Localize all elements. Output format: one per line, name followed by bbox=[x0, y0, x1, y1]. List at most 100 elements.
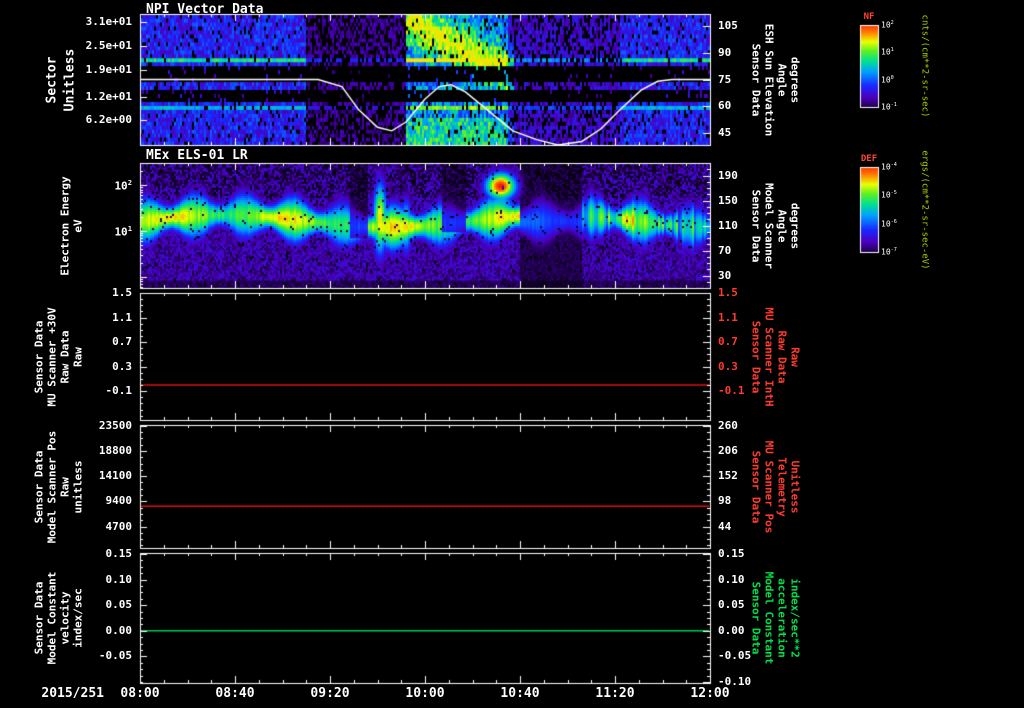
y-axis-title-left-panel5: index/sec bbox=[71, 588, 85, 648]
y-tick-left-panel2: 101 bbox=[114, 224, 132, 239]
colorbar-tick-label: 10-1 bbox=[881, 102, 897, 112]
colorbar-units-label: cnts/(cm**2-sr-sec) bbox=[919, 14, 930, 118]
y-tick-left-panel1: 6.2e+00 bbox=[85, 113, 132, 127]
y-tick-left-panel5: 0.00 bbox=[105, 623, 133, 637]
y-tick-left-panel1: 2.5e+01 bbox=[85, 38, 132, 52]
y-axis-title-right-panel2: degrees bbox=[788, 202, 802, 249]
x-tick-label: 10:00 bbox=[405, 686, 445, 701]
y-tick-right-panel3: 1.1 bbox=[718, 310, 738, 324]
y-axis-title-right-panel4: Unitless bbox=[788, 460, 802, 513]
y-tick-left-panel3: 1.5 bbox=[112, 286, 132, 299]
colorbar-label-def: DEF bbox=[860, 154, 878, 164]
x-axis-date-label: 2015/251 bbox=[41, 686, 104, 701]
y-tick-left-panel1: 1.9e+01 bbox=[85, 62, 132, 76]
y-tick-right-panel2: 110 bbox=[718, 218, 738, 232]
y-tick-left-panel3: 1.1 bbox=[112, 310, 132, 324]
y-axis-title-right-panel2: Model Scanner bbox=[762, 182, 776, 269]
y-axis-title-right-panel1: ESH Sun Elevation bbox=[762, 23, 776, 136]
y-axis-title-left-panel1: Sector bbox=[44, 56, 60, 103]
y-axis-title-right-panel2: Sensor Data bbox=[749, 189, 763, 262]
x-tick-label: 08:40 bbox=[215, 686, 255, 701]
y-tick-right-panel1: 105 bbox=[718, 19, 738, 33]
y-tick-right-panel2: 150 bbox=[718, 193, 738, 207]
y-tick-right-panel3: 0.7 bbox=[718, 335, 738, 349]
y-tick-right-panel1: 75 bbox=[718, 72, 732, 86]
colorbar-tick-label: 10-4 bbox=[881, 162, 897, 172]
y-tick-right-panel2: 30 bbox=[718, 268, 732, 282]
y-axis-title-right-panel5: Model Constant bbox=[762, 571, 776, 665]
y-axis-title-left-panel2: Electron Energy bbox=[58, 175, 72, 276]
x-tick-label: 12:00 bbox=[690, 686, 730, 701]
y-tick-left-panel4: 18800 bbox=[98, 443, 132, 457]
y-tick-right-panel1: 90 bbox=[718, 45, 732, 59]
y-axis-title-right-panel5: Sensor Data bbox=[749, 581, 763, 655]
y-axis-title-right-panel3: Raw Data bbox=[775, 330, 789, 383]
x-tick-label: 11:20 bbox=[595, 686, 635, 701]
y-axis-title-left-panel5: Model Constant bbox=[45, 571, 59, 665]
y-tick-right-panel5: 0.15 bbox=[718, 547, 745, 561]
y-tick-left-panel5: -0.05 bbox=[98, 649, 132, 663]
y-tick-right-panel4: 206 bbox=[718, 444, 738, 458]
y-axis-title-right-panel3: Sensor Data bbox=[749, 320, 763, 393]
y-axis-title-left-panel4: Model Scanner Pos bbox=[45, 430, 59, 543]
y-tick-left-panel5: 0.15 bbox=[105, 547, 133, 561]
y-tick-right-panel4: 152 bbox=[718, 469, 738, 483]
y-axis-title-right-panel5: index/sec**2 bbox=[788, 578, 802, 658]
y-tick-right-panel3: 0.3 bbox=[718, 359, 738, 373]
y-tick-right-panel4: 260 bbox=[718, 418, 738, 432]
y-tick-left-panel5: 0.05 bbox=[105, 598, 133, 612]
y-axis-title-left-panel3: Sensor Data bbox=[32, 320, 46, 393]
plot-window: NPI Vector Data MEx ELS-01 LR 2015/251 N… bbox=[0, 0, 1024, 708]
y-tick-right-panel4: 98 bbox=[718, 494, 732, 508]
y-axis-title-right-panel1: Sensor Data bbox=[749, 43, 763, 116]
y-tick-left-panel4: 23500 bbox=[98, 418, 132, 432]
panel-title-mex-els-01-lr: MEx ELS-01 LR bbox=[146, 148, 248, 163]
y-tick-left-panel3: 0.3 bbox=[112, 359, 132, 373]
y-tick-left-panel4: 9400 bbox=[105, 494, 133, 508]
y-tick-right-panel5: 0.10 bbox=[718, 572, 745, 586]
y-tick-left-panel1: 3.1e+01 bbox=[85, 14, 132, 28]
y-tick-right-panel2: 70 bbox=[718, 243, 732, 257]
y-axis-title-left-panel2: eV bbox=[71, 218, 85, 233]
panel-title-npi-vector-data: NPI Vector Data bbox=[146, 2, 264, 17]
y-axis-title-left-panel1: Unitless bbox=[62, 48, 78, 111]
y-axis-title-right-panel1: Angle bbox=[775, 62, 789, 97]
y-tick-right-panel1: 45 bbox=[718, 125, 732, 139]
y-axis-title-left-panel4: unitless bbox=[71, 460, 85, 513]
y-axis-title-right-panel3: Raw bbox=[788, 346, 802, 367]
y-axis-title-right-panel4: Sensor Data bbox=[749, 450, 763, 523]
y-tick-left-panel4: 4700 bbox=[105, 519, 133, 533]
plot-canvas bbox=[0, 0, 1024, 708]
y-tick-left-panel2: 102 bbox=[114, 178, 132, 193]
y-axis-title-left-panel4: Sensor Data bbox=[32, 450, 46, 523]
x-tick-label: 10:40 bbox=[500, 686, 540, 701]
colorbar-tick-label: 10-7 bbox=[881, 247, 897, 257]
colorbar-tick-label: 102 bbox=[881, 20, 894, 30]
y-axis-title-right-panel5: acceleration bbox=[775, 578, 789, 658]
y-tick-left-panel3: 0.7 bbox=[112, 335, 132, 349]
y-tick-right-panel5: 0.05 bbox=[718, 598, 745, 612]
y-tick-right-panel4: 44 bbox=[718, 519, 732, 533]
colorbar-tick-label: 100 bbox=[881, 74, 894, 85]
y-tick-left-panel3: -0.1 bbox=[105, 384, 133, 398]
y-axis-title-right-panel1: degrees bbox=[788, 56, 802, 103]
y-tick-right-panel5: -0.05 bbox=[718, 649, 752, 663]
y-tick-left-panel1: 1.2e+01 bbox=[85, 90, 132, 104]
y-axis-title-left-panel3: MU Scanner +30V bbox=[45, 306, 59, 407]
colorbar-tick-label: 10-5 bbox=[881, 190, 897, 200]
y-axis-title-left-panel5: Sensor Data bbox=[32, 581, 46, 655]
colorbar-units-label: ergs/(cm**2-sr-sec-eV) bbox=[919, 149, 930, 270]
y-axis-title-left-panel4: Raw bbox=[58, 476, 72, 497]
y-axis-title-left-panel3: Raw Data bbox=[58, 330, 72, 383]
colorbar-tick-label: 101 bbox=[881, 47, 894, 57]
y-axis-title-right-panel4: MU Scanner Pos bbox=[762, 440, 776, 533]
colorbar-label-nf: NF bbox=[863, 12, 875, 22]
y-tick-left-panel4: 14100 bbox=[98, 469, 132, 483]
y-tick-right-panel5: 0.00 bbox=[718, 623, 745, 637]
y-axis-title-right-panel2: Angle bbox=[775, 208, 789, 243]
y-tick-right-panel1: 60 bbox=[718, 99, 732, 113]
y-axis-title-right-panel4: Telemetry bbox=[775, 456, 789, 517]
y-axis-title-left-panel3: Raw bbox=[71, 346, 85, 367]
y-axis-title-left-panel5: velocity bbox=[58, 591, 72, 645]
y-tick-right-panel3: -0.1 bbox=[718, 384, 745, 398]
